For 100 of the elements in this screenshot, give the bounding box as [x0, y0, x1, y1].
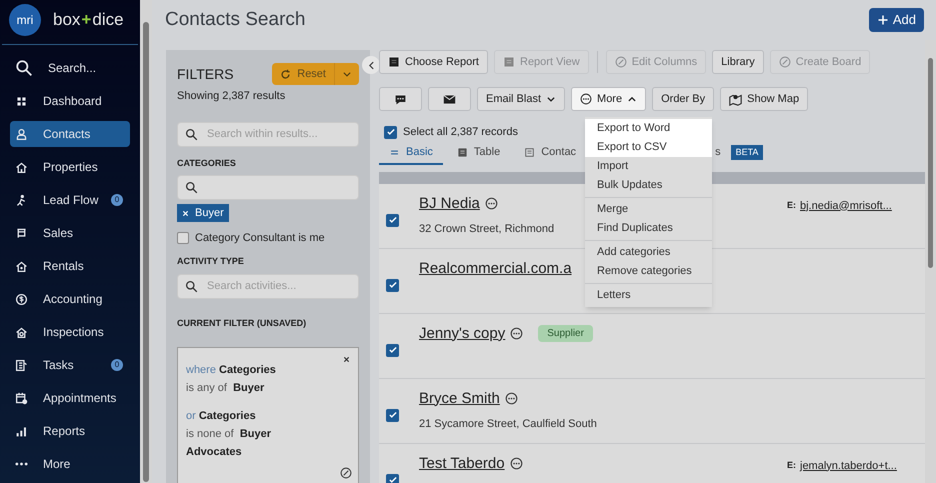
- edit-icon: [340, 467, 352, 479]
- checkbox[interactable]: [386, 474, 399, 483]
- house-icon: [15, 160, 28, 174]
- dollar-icon: [15, 292, 28, 306]
- message-button[interactable]: [379, 87, 422, 111]
- refresh-icon: [280, 68, 292, 80]
- menu-item[interactable]: Merge: [585, 200, 712, 219]
- check-icon: [388, 410, 398, 420]
- view-tab[interactable]: s BETA: [715, 142, 774, 164]
- view-tab[interactable]: Basic: [379, 142, 443, 164]
- check-icon: [388, 345, 398, 355]
- report-icon: [503, 56, 515, 68]
- nav-item[interactable]: Tasks 0: [10, 352, 130, 378]
- contact-name-link[interactable]: Test Taberdo: [419, 452, 505, 475]
- map-icon: [729, 92, 742, 106]
- activity-search-field[interactable]: Search activities...: [177, 274, 359, 298]
- contact-name-link[interactable]: Jenny's copy: [419, 322, 506, 345]
- check-icon: [388, 475, 398, 483]
- menu-item[interactable]: Find Duplicates: [585, 219, 712, 238]
- checkbox[interactable]: [386, 408, 399, 422]
- category-chip[interactable]: Buyer: [177, 204, 229, 222]
- filter-clause-value: is any of Buyer: [186, 381, 266, 396]
- chat-bubble-icon: [394, 92, 407, 106]
- email-button[interactable]: [428, 87, 471, 111]
- menu-item[interactable]: Import: [585, 157, 712, 176]
- edit-icon: [614, 56, 627, 68]
- count-badge: 0: [111, 359, 123, 371]
- section-heading: ACTIVITY TYPE: [177, 255, 245, 268]
- brand-name: box+dice: [53, 9, 124, 32]
- collapse-button[interactable]: [362, 56, 380, 74]
- beta-badge: BETA: [730, 144, 764, 160]
- add-button[interactable]: Add: [868, 8, 924, 32]
- checkbox[interactable]: [386, 344, 399, 356]
- email-blast-dropdown[interactable]: Email Blast: [477, 87, 566, 111]
- menu-item[interactable]: Remove categories: [585, 262, 712, 281]
- grid-icon: [15, 94, 28, 108]
- nav-item[interactable]: Lead Flow 0: [10, 187, 130, 213]
- nav-item[interactable]: Sales: [10, 220, 130, 246]
- checkbox[interactable]: [386, 214, 399, 226]
- contact-name-link[interactable]: BJ Nedia: [419, 192, 480, 215]
- email-label: E:: [787, 458, 796, 472]
- results-count: Showing 2,387 results: [177, 89, 286, 104]
- checklist-icon: [15, 358, 28, 372]
- filters-title: FILTERS: [177, 64, 234, 84]
- email-link[interactable]: bj.nedia@mrisoft...: [800, 198, 892, 214]
- toolbar-button[interactable]: Choose Report: [379, 50, 488, 74]
- sign-icon: [15, 226, 28, 240]
- order-by-button[interactable]: Order By: [652, 87, 714, 111]
- search-icon: [15, 59, 33, 77]
- person-icon: [15, 128, 28, 140]
- menu-item[interactable]: Add categories: [585, 243, 712, 262]
- checkbox[interactable]: [177, 232, 189, 244]
- more-dropdown[interactable]: More: [571, 87, 646, 111]
- filter-clause-field: where Categories: [186, 361, 350, 379]
- view-tab[interactable]: Table: [446, 142, 510, 164]
- contact-address: 32 Crown Street, Richmond: [419, 222, 554, 237]
- menu-item[interactable]: Bulk Updates: [585, 176, 712, 195]
- search-icon: [185, 181, 198, 194]
- toolbar-button[interactable]: Library: [712, 50, 764, 74]
- table-icon: [456, 147, 468, 158]
- envelope-icon: [443, 92, 456, 106]
- contact-address: 21 Sycamore Street, Caulfield South: [419, 417, 597, 432]
- search-icon: [185, 128, 198, 140]
- logo-badge: mri: [9, 4, 41, 36]
- ellipsis-circle-icon: [580, 93, 592, 105]
- nav-item[interactable]: Contacts: [10, 121, 130, 147]
- checkbox[interactable]: [386, 278, 399, 292]
- filter-clause-value: is none of Buyer Advocates: [186, 427, 272, 460]
- nav-item[interactable]: Appointments: [10, 385, 130, 411]
- walking-figure-icon: [15, 194, 28, 206]
- nav-item[interactable]: Rentals: [10, 253, 130, 279]
- nav-item[interactable]: Dashboard: [10, 88, 130, 114]
- remove-icon: [182, 210, 189, 216]
- checkbox-label: Category Consultant is me: [195, 230, 325, 246]
- contact-name-link[interactable]: Bryce Smith: [419, 388, 500, 410]
- ellipsis-circle-icon: [510, 327, 524, 340]
- tag: Supplier: [538, 325, 593, 342]
- view-tab[interactable]: Contac: [514, 142, 586, 164]
- email-label: E:: [787, 198, 796, 212]
- chevron-left-icon: [366, 60, 376, 70]
- nav-item[interactable]: Reports: [10, 418, 130, 444]
- email-link[interactable]: jemalyn.taberdo+t...: [800, 458, 897, 474]
- nav-item[interactable]: Search...: [10, 55, 130, 81]
- search-field[interactable]: Search within results...: [177, 122, 359, 146]
- show-map-button[interactable]: Show Map: [720, 87, 808, 111]
- menu-item[interactable]: Letters: [585, 286, 712, 305]
- plus-icon: [876, 14, 889, 26]
- ellipsis-circle-icon: [510, 457, 523, 470]
- menu-item[interactable]: Export to CSV: [585, 138, 712, 157]
- section-heading: CATEGORIES: [177, 156, 237, 170]
- nav-item[interactable]: Properties: [10, 154, 130, 180]
- category-search-field[interactable]: [177, 175, 359, 200]
- contact-name-link[interactable]: Realcommercial.com.a: [419, 258, 572, 280]
- menu-item[interactable]: Export to Word: [585, 119, 712, 138]
- page-title: Contacts Search: [165, 8, 306, 32]
- nav-item[interactable]: Inspections: [10, 319, 130, 345]
- checkbox[interactable]: [384, 126, 397, 139]
- nav-item[interactable]: More: [10, 451, 130, 477]
- report-icon: [388, 56, 400, 68]
- nav-item[interactable]: Accounting: [10, 286, 130, 312]
